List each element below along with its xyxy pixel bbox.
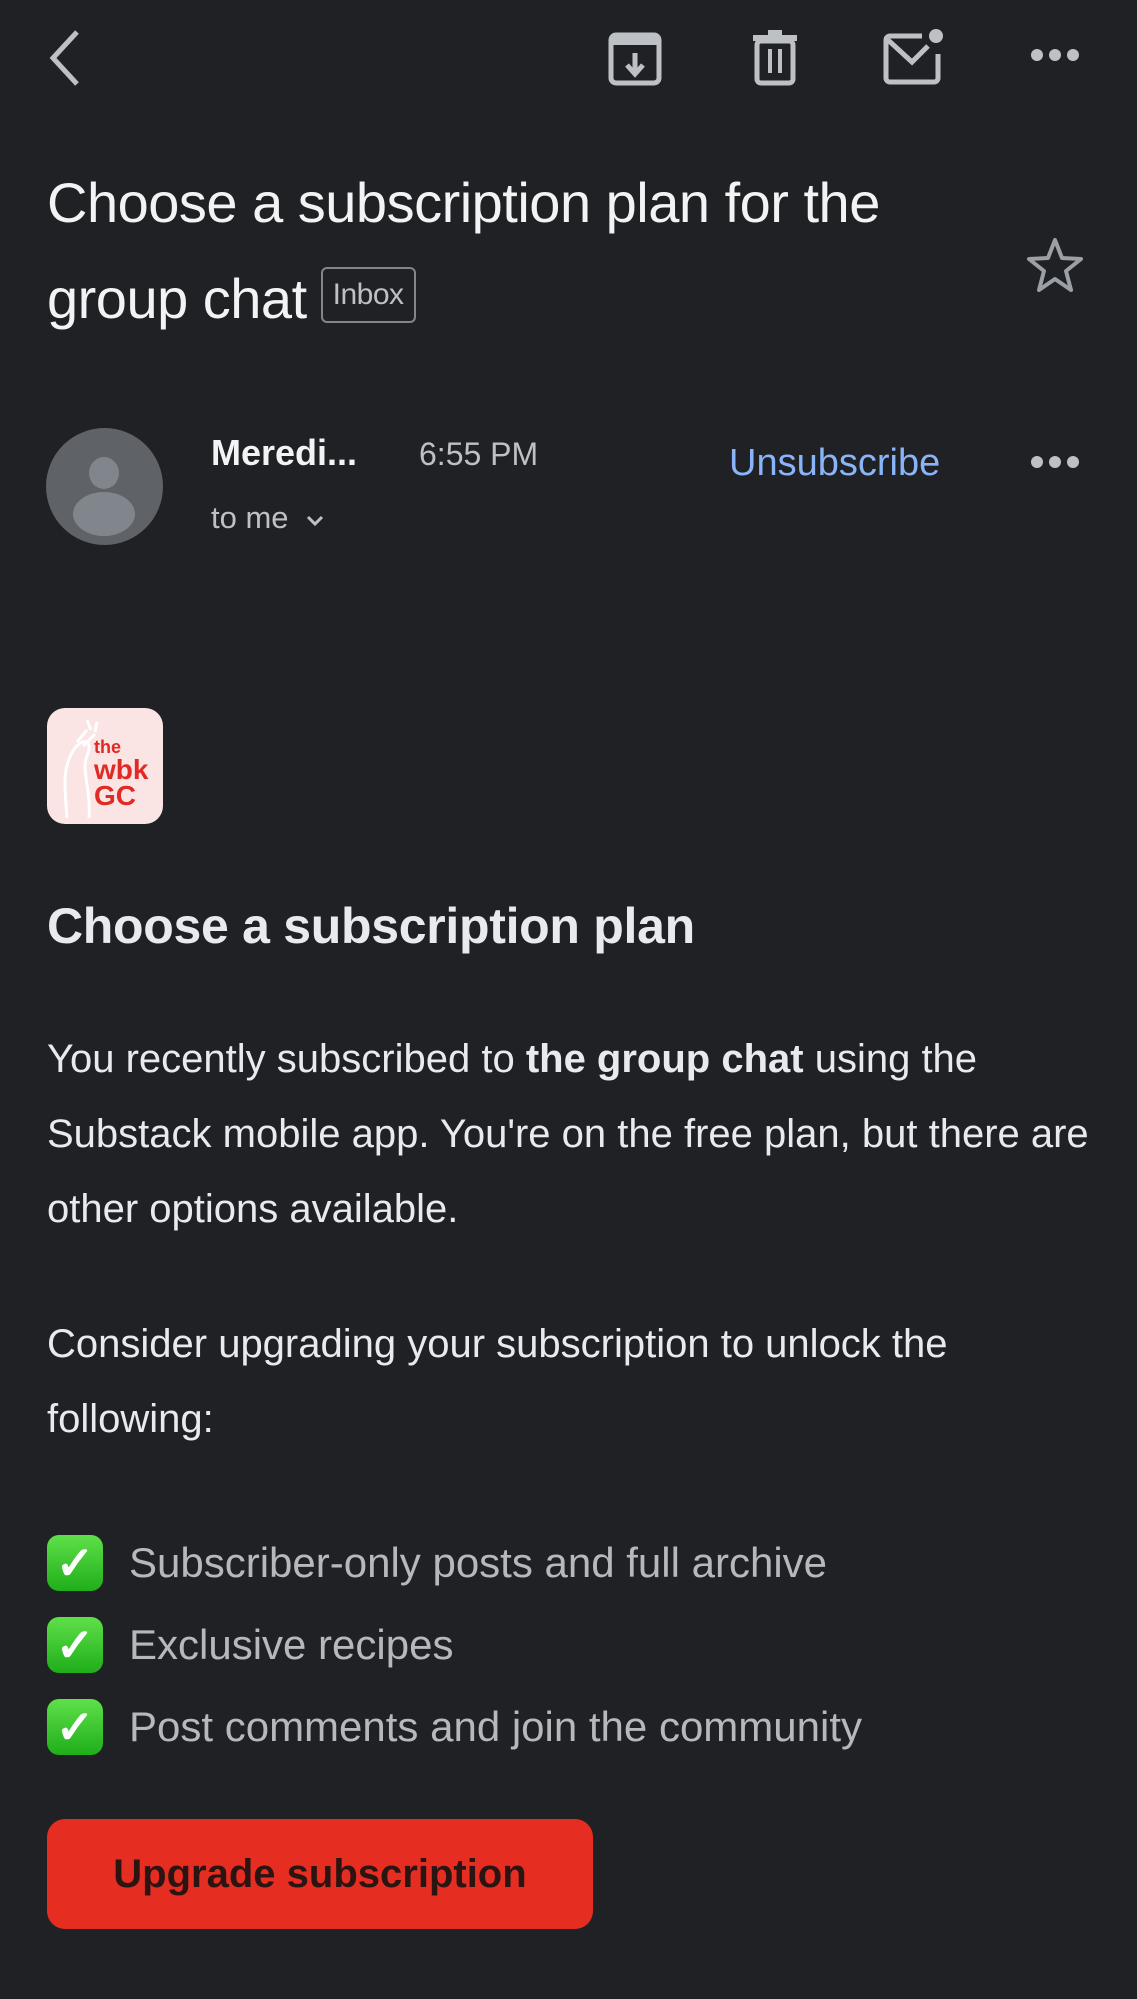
sender-name[interactable]: Meredi... — [211, 432, 357, 474]
mail-unread-icon — [883, 29, 943, 85]
publication-name: the group chat — [525, 1037, 804, 1081]
delete-button[interactable] — [740, 22, 810, 92]
inbox-label-chip[interactable]: Inbox — [320, 267, 416, 324]
list-item: ✓ Exclusive recipes — [47, 1604, 862, 1686]
mark-unread-button[interactable] — [878, 20, 950, 92]
publication-logo[interactable]: the wbk GC — [47, 708, 163, 824]
person-icon — [73, 457, 135, 536]
chevron-left-icon — [49, 29, 79, 86]
recipient-details-toggle[interactable]: to me — [211, 500, 325, 536]
message-more-button[interactable] — [1020, 432, 1090, 492]
feature-text: Post comments and join the community — [129, 1703, 862, 1750]
check-mark-icon: ✓ — [47, 1617, 103, 1673]
email-subject: Choose a subscription plan for the group… — [47, 155, 967, 347]
list-item: ✓ Subscriber-only posts and full archive — [47, 1522, 862, 1604]
list-item: ✓ Post comments and join the community — [47, 1686, 862, 1768]
star-button[interactable] — [1020, 230, 1090, 300]
feature-text: Subscriber-only posts and full archive — [129, 1539, 828, 1586]
recipient-text: to me — [211, 500, 289, 535]
upgrade-paragraph: Consider upgrading your subscription to … — [47, 1322, 948, 1441]
more-horizontal-icon — [1031, 456, 1079, 468]
check-mark-icon: ✓ — [47, 1699, 103, 1755]
intro-prefix: You recently subscribed to — [47, 1037, 526, 1081]
archive-button[interactable] — [600, 22, 670, 92]
unsubscribe-link[interactable]: Unsubscribe — [729, 442, 940, 485]
back-button[interactable] — [30, 20, 100, 95]
check-mark-icon: ✓ — [47, 1535, 103, 1591]
more-horizontal-icon — [1031, 49, 1079, 61]
subject-text: Choose a subscription plan for the group… — [47, 171, 880, 330]
intro-paragraph: You recently subscribed to the group cha… — [47, 1022, 1107, 1247]
star-icon — [1027, 238, 1083, 292]
archive-icon — [608, 32, 662, 86]
trash-icon — [753, 30, 797, 86]
sender-avatar[interactable] — [46, 428, 163, 545]
sent-time: 6:55 PM — [419, 436, 539, 472]
logo-line-3: GC — [94, 780, 136, 811]
email-heading: Choose a subscription plan — [47, 898, 695, 954]
feature-list: ✓ Subscriber-only posts and full archive… — [47, 1522, 862, 1768]
more-options-button[interactable] — [1020, 25, 1090, 85]
upgrade-subscription-button[interactable]: Upgrade subscription — [47, 1819, 593, 1929]
chevron-down-icon — [307, 515, 324, 527]
feature-text: Exclusive recipes — [129, 1621, 454, 1668]
